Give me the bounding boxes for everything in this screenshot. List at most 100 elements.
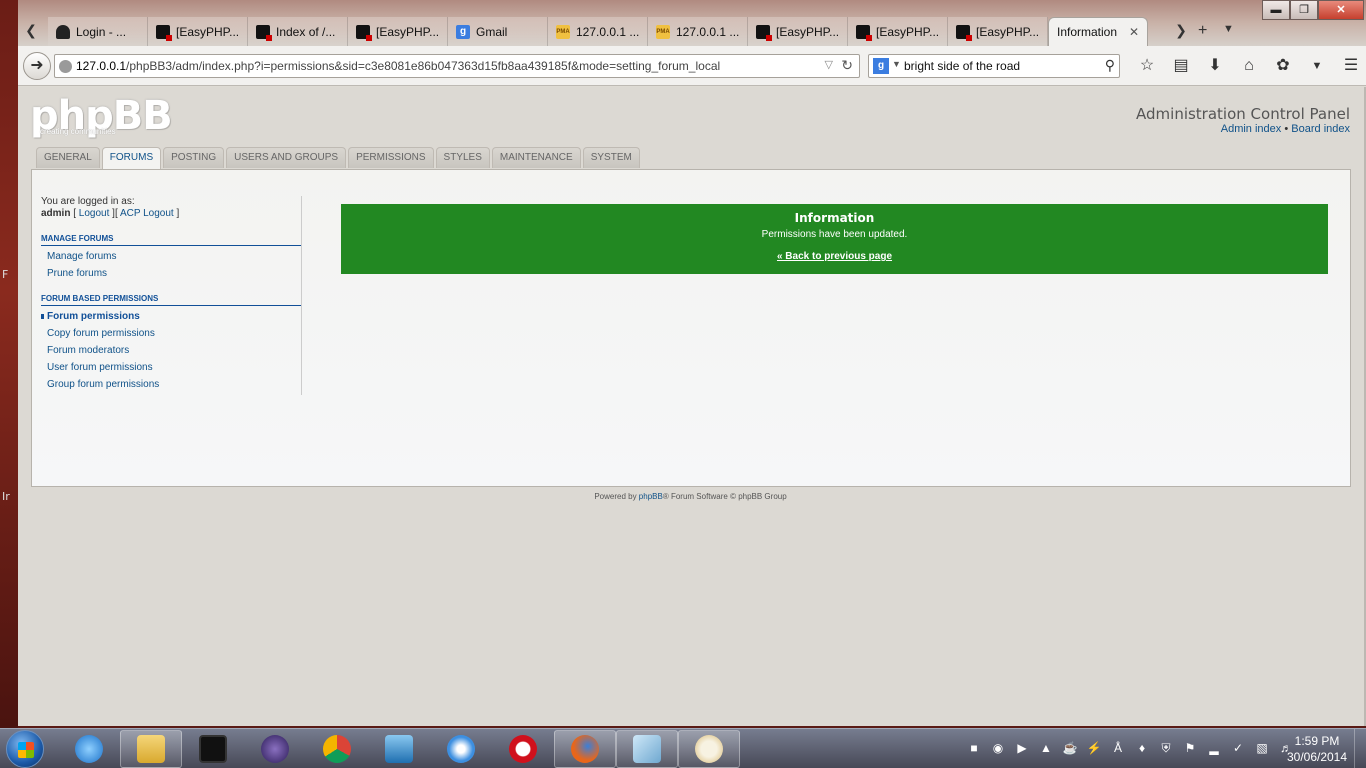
url-bar[interactable]: 127.0.0.1/phpBB3/adm/index.php?i=permiss… bbox=[54, 54, 860, 78]
taskbar-eclipse[interactable] bbox=[244, 730, 306, 768]
menu-item-forum-moderators[interactable]: Forum moderators bbox=[41, 345, 301, 357]
reload-icon[interactable]: ↻ bbox=[841, 57, 853, 74]
taskbar-chrome[interactable] bbox=[306, 730, 368, 768]
tabs: Login - ... [EasyPHP... Index of /... [Easy… bbox=[48, 17, 1148, 46]
device-tray-icon[interactable]: ▧ bbox=[1250, 739, 1274, 757]
tab-scroll-left-icon[interactable]: ❮ bbox=[20, 20, 42, 42]
firefox-icon bbox=[571, 735, 599, 763]
taskbar-explorer[interactable] bbox=[120, 730, 182, 768]
browser-tab[interactable]: [EasyPHP... bbox=[148, 17, 248, 46]
browser-tab[interactable]: [EasyPHP... bbox=[348, 17, 448, 46]
new-tab-icon[interactable]: + bbox=[1198, 22, 1207, 40]
browser-tab[interactable]: [EasyPHP... bbox=[748, 17, 848, 46]
menu-icon[interactable]: ☰ bbox=[1334, 55, 1366, 77]
system-tray: ■ ◉ ▶ ▲ ☕ ⚡ Å ♦ ⛨ ⚑ ▂ ✓ ▧ ♬ bbox=[962, 739, 1298, 757]
folder-icon bbox=[137, 735, 165, 763]
search-icon[interactable]: ⚲ bbox=[1105, 57, 1115, 74]
url-text[interactable]: 127.0.0.1/phpBB3/adm/index.php?i=permiss… bbox=[76, 59, 720, 73]
menu-item-prune-forums[interactable]: Prune forums bbox=[41, 268, 301, 280]
taskbar-paint[interactable] bbox=[678, 730, 740, 768]
tab-permissions[interactable]: PERMISSIONS bbox=[348, 147, 434, 168]
browser-tab[interactable]: PMA 127.0.0.1 ... bbox=[648, 17, 748, 46]
info-title: Information bbox=[794, 211, 875, 225]
bluetooth-icon[interactable]: Å bbox=[1106, 739, 1130, 757]
addon-icon[interactable]: ✿ bbox=[1266, 55, 1300, 77]
info-message: Permissions have been updated. bbox=[761, 229, 908, 240]
minimize-button[interactable]: ▬ bbox=[1262, 0, 1290, 20]
search-input[interactable]: bright side of the road bbox=[904, 59, 1020, 73]
easyphp-tray-icon[interactable]: ■ bbox=[962, 739, 986, 757]
main-panel: You are logged in as: admin [ Logout ][ … bbox=[31, 169, 1351, 487]
search-bar[interactable]: g ▼ bright side of the road ⚲ bbox=[868, 54, 1120, 78]
acrobat-tray-icon[interactable]: ♦ bbox=[1130, 739, 1154, 757]
tab-general[interactable]: GENERAL bbox=[36, 147, 100, 168]
browser-tab[interactable]: g Gmail bbox=[448, 17, 548, 46]
admin-index-link[interactable]: Admin index bbox=[1221, 123, 1282, 135]
taskbar-opera[interactable] bbox=[492, 730, 554, 768]
browser-tab[interactable]: Login - ... bbox=[48, 17, 148, 46]
vlc-tray-icon[interactable]: ▲ bbox=[1034, 739, 1058, 757]
acp-tabs: GENERAL FORUMS POSTING USERS AND GROUPS PERM… bbox=[36, 147, 642, 169]
search-engine-icon[interactable]: g bbox=[873, 58, 889, 74]
home-icon[interactable]: ⌂ bbox=[1232, 55, 1266, 77]
tab-system[interactable]: SYSTEM bbox=[582, 147, 640, 168]
audio-app-tray-icon[interactable]: ▶ bbox=[1010, 739, 1034, 757]
browser-tab[interactable]: Information ✕ bbox=[1048, 17, 1148, 46]
back-to-previous-link[interactable]: « Back to previous page bbox=[777, 251, 892, 262]
information-box: Information Permissions have been update… bbox=[341, 204, 1328, 274]
logout-link[interactable]: Logout bbox=[79, 208, 110, 219]
site-identity-icon[interactable] bbox=[59, 60, 72, 73]
check-tray-icon[interactable]: ✓ bbox=[1226, 739, 1250, 757]
addon-dropdown-icon[interactable]: ▼ bbox=[1300, 55, 1334, 77]
maximize-button[interactable]: ❐ bbox=[1290, 0, 1318, 20]
tab-styles[interactable]: STYLES bbox=[435, 147, 490, 168]
browser-tab[interactable]: PMA 127.0.0.1 ... bbox=[548, 17, 648, 46]
taskbar-media[interactable] bbox=[368, 730, 430, 768]
page-title: Administration Control Panel bbox=[1136, 105, 1350, 123]
menu-item-manage-forums[interactable]: Manage forums bbox=[41, 251, 301, 263]
taskbar-notes[interactable] bbox=[616, 730, 678, 768]
menu-item-copy-forum-permissions[interactable]: Copy forum permissions bbox=[41, 328, 301, 340]
taskbar-firefox[interactable] bbox=[554, 730, 616, 768]
browser-tab[interactable]: Index of /... bbox=[248, 17, 348, 46]
close-tab-icon[interactable]: ✕ bbox=[1129, 25, 1139, 39]
search-engine-dropdown-icon[interactable]: ▼ bbox=[892, 59, 901, 69]
phpbb-footer-link[interactable]: phpBB bbox=[639, 492, 663, 501]
header-links: Admin index • Board index bbox=[1221, 123, 1350, 135]
tab-forums[interactable]: FORUMS bbox=[101, 147, 162, 169]
phpmyadmin-icon: PMA bbox=[556, 24, 570, 39]
board-index-link[interactable]: Board index bbox=[1291, 123, 1350, 135]
tab-maintenance[interactable]: MAINTENANCE bbox=[491, 147, 581, 168]
show-desktop-button[interactable] bbox=[1354, 729, 1366, 768]
taskbar-safari[interactable] bbox=[430, 730, 492, 768]
downloads-icon[interactable]: ⬇ bbox=[1198, 55, 1232, 77]
tab-list-icon[interactable]: ▼ bbox=[1223, 23, 1234, 35]
taskbar-apps bbox=[58, 730, 740, 768]
browser-tab[interactable]: [EasyPHP... bbox=[948, 17, 1048, 46]
tab-scroll-right-icon[interactable]: ❯ bbox=[1170, 20, 1192, 42]
java-tray-icon[interactable]: ☕ bbox=[1058, 739, 1082, 757]
start-button[interactable] bbox=[6, 730, 44, 768]
google-icon: g bbox=[456, 24, 470, 39]
network-signal-icon[interactable]: ▂ bbox=[1202, 739, 1226, 757]
browser-tab[interactable]: [EasyPHP... bbox=[848, 17, 948, 46]
back-button[interactable]: ➜ bbox=[23, 52, 51, 80]
power-tray-icon[interactable]: ⚡ bbox=[1082, 739, 1106, 757]
tab-users-and-groups[interactable]: USERS AND GROUPS bbox=[226, 147, 347, 168]
shield-tray-icon[interactable]: ⛨ bbox=[1154, 739, 1178, 757]
bookmark-star-icon[interactable]: ☆ bbox=[1130, 55, 1164, 77]
close-window-button[interactable]: ✕ bbox=[1318, 0, 1364, 20]
taskbar-easyphp[interactable] bbox=[182, 730, 244, 768]
easyphp-icon bbox=[356, 24, 372, 41]
menu-item-user-forum-permissions[interactable]: User forum permissions bbox=[41, 362, 301, 374]
bookmarks-menu-icon[interactable]: ▤ bbox=[1164, 55, 1198, 77]
menu-item-forum-permissions[interactable]: Forum permissions bbox=[41, 311, 301, 323]
tab-posting[interactable]: POSTING bbox=[163, 147, 225, 168]
app-tray-icon[interactable]: ◉ bbox=[986, 739, 1010, 757]
menu-item-group-forum-permissions[interactable]: Group forum permissions bbox=[41, 379, 301, 391]
url-history-dropdown-icon[interactable]: ▽ bbox=[825, 58, 833, 71]
action-center-icon[interactable]: ⚑ bbox=[1178, 739, 1202, 757]
clock[interactable]: 1:59 PM 30/06/2014 bbox=[1282, 733, 1352, 765]
acp-logout-link[interactable]: ACP Logout bbox=[120, 208, 174, 219]
taskbar-ie[interactable] bbox=[58, 730, 120, 768]
